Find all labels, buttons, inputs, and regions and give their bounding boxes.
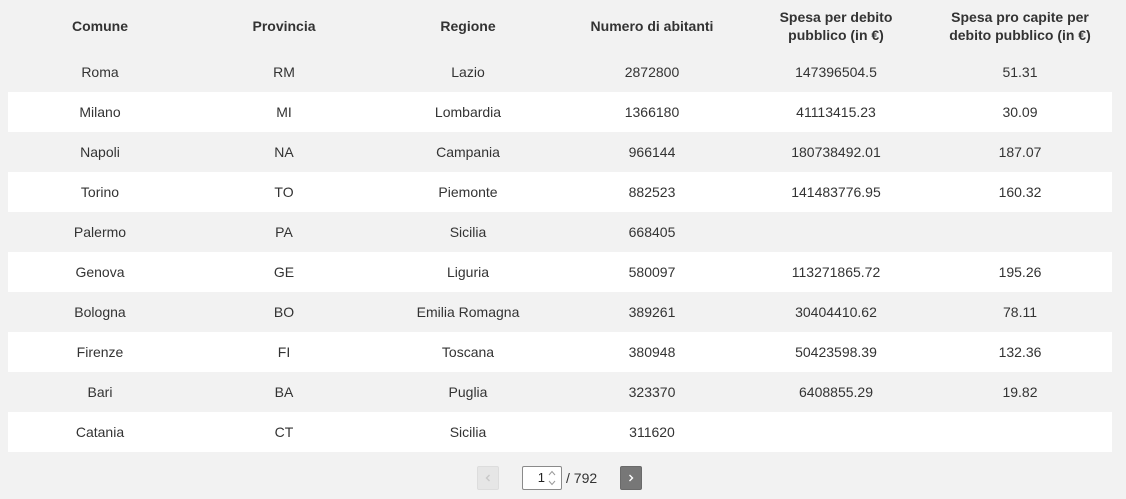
cell-spesa-debito: 180738492.01 <box>744 132 928 172</box>
column-header-provincia[interactable]: Provincia <box>192 0 376 52</box>
table-row[interactable]: Firenze FI Toscana 380948 50423598.39 132.36 <box>8 332 1112 372</box>
cell-regione: Toscana <box>376 332 560 372</box>
cell-comune: Palermo <box>8 212 192 252</box>
column-header-abitanti[interactable]: Numero di abitanti <box>560 0 744 52</box>
data-table: Comune Provincia Regione Numero di abita… <box>8 0 1112 452</box>
cell-provincia: PA <box>192 212 376 252</box>
cell-spesa-debito <box>744 212 928 252</box>
cell-comune: Roma <box>8 52 192 92</box>
cell-spesa-debito: 50423598.39 <box>744 332 928 372</box>
stepper-down-icon[interactable] <box>546 479 558 487</box>
cell-regione: Puglia <box>376 372 560 412</box>
cell-comune: Firenze <box>8 332 192 372</box>
previous-page-button[interactable] <box>477 466 499 490</box>
cell-spesa-debito: 141483776.95 <box>744 172 928 212</box>
cell-provincia: TO <box>192 172 376 212</box>
cell-abitanti: 323370 <box>560 372 744 412</box>
cell-spesa-debito: 6408855.29 <box>744 372 928 412</box>
cell-comune: Torino <box>8 172 192 212</box>
page-number-value: 1 <box>537 470 545 485</box>
cell-regione: Campania <box>376 132 560 172</box>
cell-abitanti: 580097 <box>560 252 744 292</box>
table-row[interactable]: Bologna BO Emilia Romagna 389261 30404410.62… <box>8 292 1112 332</box>
table-row[interactable]: Bari BA Puglia 323370 6408855.29 19.82 <box>8 372 1112 412</box>
cell-comune: Bari <box>8 372 192 412</box>
stepper-up-icon[interactable] <box>546 469 558 477</box>
cell-provincia: FI <box>192 332 376 372</box>
table-header: Comune Provincia Regione Numero di abita… <box>8 0 1112 52</box>
cell-spesa-debito: 147396504.5 <box>744 52 928 92</box>
table-row[interactable]: Milano MI Lombardia 1366180 41113415.23 30.09 <box>8 92 1112 132</box>
cell-regione: Piemonte <box>376 172 560 212</box>
cell-spesa-debito: 113271865.72 <box>744 252 928 292</box>
cell-abitanti: 1366180 <box>560 92 744 132</box>
table-row[interactable]: Genova GE Liguria 580097 113271865.72 195.26 <box>8 252 1112 292</box>
cell-provincia: BO <box>192 292 376 332</box>
column-header-comune[interactable]: Comune <box>8 0 192 52</box>
cell-abitanti: 380948 <box>560 332 744 372</box>
cell-spesa-pro-capite <box>928 212 1112 252</box>
cell-abitanti: 882523 <box>560 172 744 212</box>
cell-spesa-pro-capite: 187.07 <box>928 132 1112 172</box>
cell-abitanti: 311620 <box>560 412 744 452</box>
cell-regione: Liguria <box>376 252 560 292</box>
cell-spesa-pro-capite: 132.36 <box>928 332 1112 372</box>
cell-abitanti: 2872800 <box>560 52 744 92</box>
cell-regione: Sicilia <box>376 412 560 452</box>
cell-abitanti: 389261 <box>560 292 744 332</box>
cell-provincia: BA <box>192 372 376 412</box>
cell-comune: Milano <box>8 92 192 132</box>
cell-comune: Napoli <box>8 132 192 172</box>
cell-spesa-pro-capite: 160.32 <box>928 172 1112 212</box>
cell-abitanti: 668405 <box>560 212 744 252</box>
table-body: Roma RM Lazio 2872800 147396504.5 51.31 Milano… <box>8 52 1112 452</box>
cell-comune: Genova <box>8 252 192 292</box>
cell-abitanti: 966144 <box>560 132 744 172</box>
cell-provincia: GE <box>192 252 376 292</box>
cell-provincia: CT <box>192 412 376 452</box>
cell-comune: Catania <box>8 412 192 452</box>
cell-regione: Emilia Romagna <box>376 292 560 332</box>
data-table-container: Comune Provincia Regione Numero di abita… <box>8 0 1112 452</box>
cell-provincia: NA <box>192 132 376 172</box>
table-row[interactable]: Napoli NA Campania 966144 180738492.01 187.07 <box>8 132 1112 172</box>
cell-spesa-pro-capite: 51.31 <box>928 52 1112 92</box>
page-number-input[interactable]: 1 <box>522 466 562 490</box>
table-row[interactable]: Torino TO Piemonte 882523 141483776.95 160.32 <box>8 172 1112 212</box>
column-header-spesa-pro-capite[interactable]: Spesa pro capite per debito pubblico (in… <box>928 0 1112 52</box>
cell-provincia: MI <box>192 92 376 132</box>
column-header-spesa-debito[interactable]: Spesa per debito pubblico (in €) <box>744 0 928 52</box>
table-row[interactable]: Catania CT Sicilia 311620 <box>8 412 1112 452</box>
cell-provincia: RM <box>192 52 376 92</box>
chevron-left-icon <box>485 474 490 482</box>
column-header-regione[interactable]: Regione <box>376 0 560 52</box>
cell-regione: Lombardia <box>376 92 560 132</box>
cell-regione: Sicilia <box>376 212 560 252</box>
cell-spesa-debito <box>744 412 928 452</box>
cell-spesa-pro-capite: 195.26 <box>928 252 1112 292</box>
cell-spesa-pro-capite <box>928 412 1112 452</box>
chevron-right-icon <box>629 474 634 482</box>
table-row[interactable]: Roma RM Lazio 2872800 147396504.5 51.31 <box>8 52 1112 92</box>
cell-spesa-pro-capite: 30.09 <box>928 92 1112 132</box>
header-row: Comune Provincia Regione Numero di abita… <box>8 0 1112 52</box>
cell-comune: Bologna <box>8 292 192 332</box>
cell-spesa-pro-capite: 19.82 <box>928 372 1112 412</box>
next-page-button[interactable] <box>620 466 642 490</box>
page-number-stepper[interactable] <box>546 469 558 487</box>
cell-spesa-debito: 30404410.62 <box>744 292 928 332</box>
pagination: 1 / 792 <box>0 466 1126 492</box>
cell-regione: Lazio <box>376 52 560 92</box>
cell-spesa-pro-capite: 78.11 <box>928 292 1112 332</box>
table-row[interactable]: Palermo PA Sicilia 668405 <box>8 212 1112 252</box>
cell-spesa-debito: 41113415.23 <box>744 92 928 132</box>
total-pages-label: / 792 <box>566 470 598 486</box>
